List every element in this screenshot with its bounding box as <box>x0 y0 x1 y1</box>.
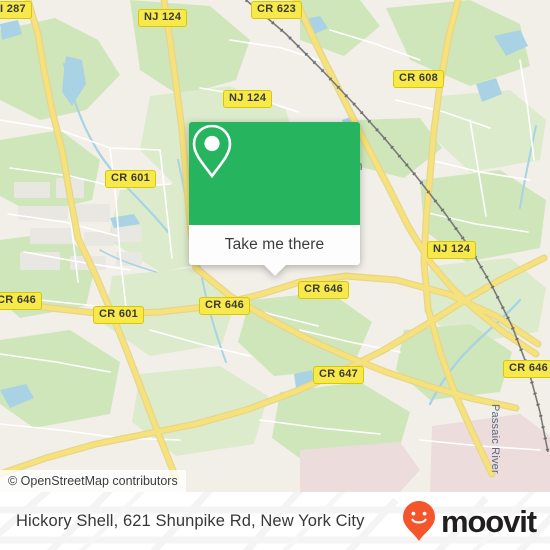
road-shield: CR 647 <box>313 366 365 384</box>
moovit-logo[interactable]: moovit <box>402 492 537 550</box>
road-shield: NJ 124 <box>138 9 188 27</box>
road-shield: CR 601 <box>105 170 157 188</box>
card-pointer <box>262 264 287 276</box>
road-shield: CR 646 <box>298 281 350 299</box>
address-text: Hickory Shell, 621 Shunpike Rd, New York… <box>16 511 365 530</box>
road-shield: NJ 124 <box>223 90 273 108</box>
card-header <box>189 122 360 225</box>
river-label: Passaic River <box>489 404 501 474</box>
moovit-map-screenshot: .g{fill:#cfe6bb} .gl{fill:#dcebcb} .w{fi… <box>0 0 550 550</box>
take-me-there-label: Take me there <box>224 236 325 253</box>
road-shield: CR 623 <box>251 1 303 19</box>
road-shield: CR 646 <box>0 292 43 310</box>
map-pin-icon <box>192 124 232 179</box>
road-shield: NJ 124 <box>427 241 477 259</box>
road-shield: CR 646 <box>503 360 550 378</box>
moovit-pin-smiley-icon <box>402 501 435 541</box>
road-shield: CR 646 <box>199 297 251 315</box>
road-shield: I 287 <box>0 1 32 19</box>
card-footer[interactable]: Take me there <box>189 225 360 276</box>
map-canvas[interactable]: .g{fill:#cfe6bb} .gl{fill:#dcebcb} .w{fi… <box>0 0 550 492</box>
osm-attribution[interactable]: © OpenStreetMap contributors <box>0 470 186 492</box>
road-shield: CR 608 <box>393 70 445 88</box>
location-callout-card[interactable]: Take me there <box>189 122 360 276</box>
bottom-info-bar: Hickory Shell, 621 Shunpike Rd, New York… <box>0 492 550 550</box>
moovit-wordmark: moovit <box>440 503 537 539</box>
road-shield: CR 601 <box>93 306 145 324</box>
